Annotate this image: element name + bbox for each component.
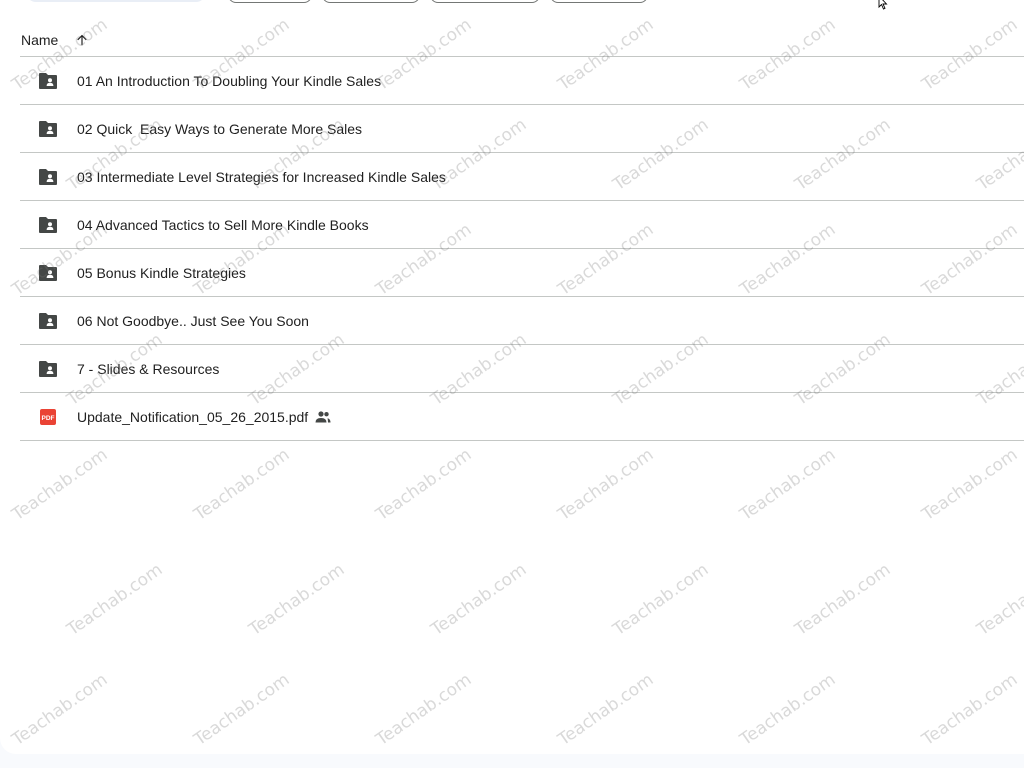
mouse-cursor-icon [878, 0, 890, 10]
file-name: 03 Intermediate Level Strategies for Inc… [77, 168, 446, 185]
shared-folder-icon [38, 359, 58, 379]
file-row[interactable]: 7 - Slides & Resources [20, 345, 1024, 393]
file-name: 01 An Introduction To Doubling Your Kind… [77, 72, 382, 89]
shared-folder-icon [38, 119, 58, 139]
name-column-header[interactable]: Name [21, 32, 58, 48]
arrow-up-icon[interactable] [74, 32, 90, 48]
filter-chip-people[interactable] [322, 0, 420, 3]
shared-folder-icon [38, 263, 58, 283]
filter-chip-source[interactable] [550, 0, 648, 3]
file-row[interactable]: 04 Advanced Tactics to Sell More Kindle … [20, 201, 1024, 249]
list-header: Name [20, 24, 1024, 57]
file-name: 7 - Slides & Resources [77, 360, 220, 377]
filter-chip-type[interactable] [228, 0, 312, 3]
file-panel: Name 01 An Introduction To Doubling Your… [0, 0, 1024, 754]
file-row[interactable]: 05 Bonus Kindle Strategies [20, 249, 1024, 297]
shared-folder-icon [38, 167, 58, 187]
file-list: 01 An Introduction To Doubling Your Kind… [20, 57, 1024, 441]
drive-page: Name 01 An Introduction To Doubling Your… [0, 0, 1024, 768]
file-row[interactable]: 01 An Introduction To Doubling Your Kind… [20, 57, 1024, 105]
pdf-icon: PDF [38, 407, 58, 427]
file-name: 06 Not Goodbye.. Just See You Soon [77, 312, 309, 329]
search-box[interactable] [26, 0, 206, 2]
shared-folder-icon [38, 71, 58, 91]
file-name: Update_Notification_05_26_2015.pdf [77, 408, 309, 425]
filter-chip-modified[interactable] [430, 0, 540, 3]
file-row[interactable]: 03 Intermediate Level Strategies for Inc… [20, 153, 1024, 201]
file-name: 05 Bonus Kindle Strategies [77, 264, 246, 281]
shared-folder-icon [38, 215, 58, 235]
file-row[interactable]: 02 Quick Easy Ways to Generate More Sale… [20, 105, 1024, 153]
file-row[interactable]: 06 Not Goodbye.. Just See You Soon [20, 297, 1024, 345]
file-name: 02 Quick Easy Ways to Generate More Sale… [77, 120, 363, 137]
people-icon [315, 409, 331, 425]
filter-chip-strip [0, 0, 1024, 3]
pdf-badge-text: PDF [42, 415, 55, 422]
shared-folder-icon [38, 311, 58, 331]
file-name: 04 Advanced Tactics to Sell More Kindle … [77, 216, 369, 233]
file-row[interactable]: PDF Update_Notification_05_26_2015.pdf [20, 393, 1024, 441]
